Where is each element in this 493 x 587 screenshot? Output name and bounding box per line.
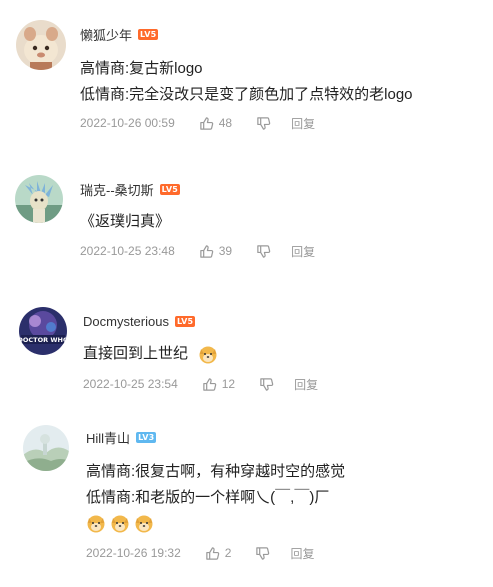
reply-button[interactable]: 回复 <box>291 115 315 132</box>
like-count: 39 <box>218 244 233 258</box>
thumbs-up-icon[interactable] <box>202 377 217 392</box>
emoji-row <box>86 513 154 533</box>
username[interactable]: 懒狐少年 <box>80 25 132 44</box>
doge-emoji <box>111 515 129 533</box>
reply-button[interactable]: 回复 <box>290 545 314 562</box>
reply-button[interactable]: 回复 <box>291 243 315 260</box>
comment-line: 高情商:很复古啊，有种穿越时空的感觉 <box>86 463 346 480</box>
comment-meta: 2022-10-26 00:59 48 回复 <box>80 114 315 132</box>
comment-time: 2022-10-25 23:48 <box>80 244 175 258</box>
username[interactable]: Hill青山 <box>86 428 130 447</box>
comment-item: 懒狐少年 LV5 高情商:复古新logo 低情商:完全没改只是变了颜色加了点特效… <box>0 0 493 150</box>
comment-meta: 2022-10-25 23:48 39 回复 <box>80 242 315 260</box>
username[interactable]: 瑞克--桑切斯 <box>80 180 154 199</box>
level-badge: LV3 <box>136 431 157 443</box>
doge-emoji <box>87 515 105 533</box>
comment-item: 瑞克--桑切斯 LV5 《返璞归真》 2022-10-25 23:48 39 回… <box>0 150 493 285</box>
comment-item: DOCTOR WHO Docmysterious LV5 直接回到上世纪 202… <box>0 285 493 420</box>
doge-emoji <box>199 346 217 364</box>
like-count: 12 <box>221 377 236 391</box>
comment-item: Hill青山 LV3 高情商:很复古啊，有种穿越时空的感觉 低情商:和老版的一个… <box>0 420 493 587</box>
comment-meta: 2022-10-26 19:32 2 回复 <box>86 544 314 562</box>
thumbs-down-icon[interactable] <box>256 244 271 259</box>
comment-time: 2022-10-26 00:59 <box>80 116 175 130</box>
reply-button[interactable]: 回复 <box>294 376 318 393</box>
user-avatar[interactable]: DOCTOR WHO <box>19 307 67 355</box>
like-count: 2 <box>224 546 232 560</box>
comment-time: 2022-10-26 19:32 <box>86 546 181 560</box>
thumbs-up-icon[interactable] <box>205 546 220 561</box>
comment-line: 低情商:完全没改只是变了颜色加了点特效的老logo <box>80 86 413 103</box>
comment-line: 直接回到上世纪 <box>83 345 189 362</box>
doge-emoji <box>135 515 153 533</box>
level-badge: LV5 <box>159 183 181 195</box>
level-badge: LV5 <box>138 28 159 40</box>
thumbs-up-icon[interactable] <box>199 244 214 259</box>
comment-line: 低情商:和老版的一个样啊乀(￣,￣)厂 <box>86 489 330 506</box>
thumbs-down-icon[interactable] <box>259 377 274 392</box>
thumbs-down-icon[interactable] <box>255 546 270 561</box>
like-count: 48 <box>218 116 233 130</box>
svg-text:DOCTOR WHO: DOCTOR WHO <box>19 336 67 344</box>
user-avatar[interactable] <box>15 175 63 223</box>
username[interactable]: Docmysterious <box>83 314 169 329</box>
thumbs-down-icon[interactable] <box>256 116 271 131</box>
user-avatar[interactable] <box>16 20 66 70</box>
comment-line: 《返璞归真》 <box>80 213 171 230</box>
comment-time: 2022-10-25 23:54 <box>83 377 178 391</box>
thumbs-up-icon[interactable] <box>199 116 214 131</box>
comment-line: 高情商:复古新logo <box>80 60 203 77</box>
comment-meta: 2022-10-25 23:54 12 回复 <box>83 375 318 393</box>
level-badge: LV5 <box>174 315 196 327</box>
user-avatar[interactable] <box>23 425 69 471</box>
